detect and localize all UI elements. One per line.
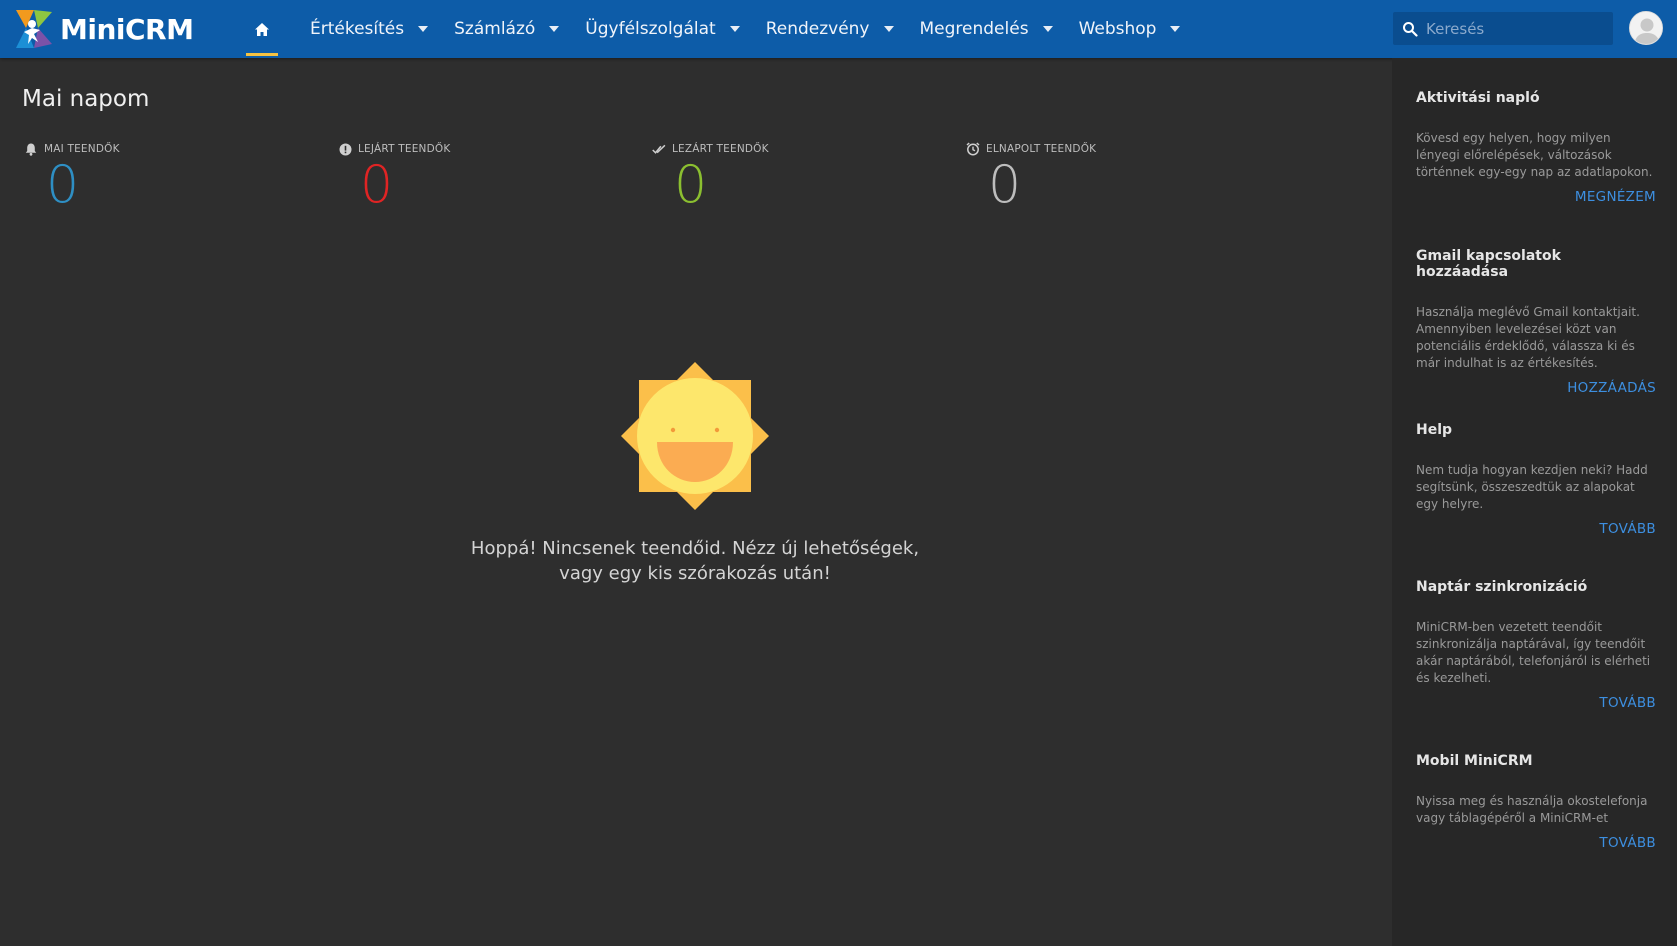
nav-item-rendezveny[interactable]: Rendezvény	[758, 0, 912, 58]
right-sidebar: Aktivitási napló Kövesd egy helyen, hogy…	[1392, 58, 1677, 946]
stat-label: ELNAPOLT TEENDŐK	[986, 143, 1097, 155]
card-text: MiniCRM-ben vezetett teendőit szinkroniz…	[1416, 620, 1651, 685]
card-text: Kövesd egy helyen, hogy milyen lényegi e…	[1416, 131, 1653, 179]
caret-down-icon	[418, 26, 429, 32]
minicrm-logo-icon	[16, 10, 52, 48]
empty-message-line1: Hoppá! Nincsenek teendőid. Nézz új lehet…	[470, 538, 920, 559]
card-link[interactable]: TOVÁBB	[1416, 521, 1656, 537]
card-text: Nyissa meg és használja okostelefonja va…	[1416, 794, 1648, 825]
nav-item-label: Értékesítés	[310, 19, 405, 39]
sidebar-card-mobile-minicrm: Mobil MiniCRM Nyissa meg és használja ok…	[1416, 753, 1656, 851]
user-silhouette-icon	[1630, 12, 1662, 44]
app-logo[interactable]: MiniCRM	[12, 6, 194, 52]
sidebar-card-activity-log: Aktivitási napló Kövesd egy helyen, hogy…	[1416, 90, 1656, 205]
empty-state: Hoppá! Nincsenek teendőid. Nézz új lehet…	[440, 358, 950, 586]
card-title: Mobil MiniCRM	[1416, 753, 1533, 769]
active-tab-indicator	[246, 53, 278, 56]
stat-label-row: LEJÁRT TEENDŐK	[338, 142, 450, 156]
stat-value: 0	[360, 155, 394, 215]
card-title: Aktivitási napló	[1416, 90, 1540, 106]
nav-item-megrendeles[interactable]: Megrendelés	[912, 0, 1071, 58]
search-box	[1393, 12, 1613, 45]
top-navbar: MiniCRM Értékesítés Számlázó Ügyfélszolg…	[0, 0, 1677, 58]
nav-item-label: Megrendelés	[919, 19, 1029, 39]
nav-item-label: Rendezvény	[765, 19, 870, 39]
stat-label-row: ELNAPOLT TEENDŐK	[966, 142, 1096, 156]
search-icon[interactable]	[1393, 12, 1426, 45]
caret-down-icon	[549, 26, 560, 32]
double-check-icon	[652, 142, 666, 156]
alert-icon	[338, 142, 352, 156]
sidebar-card-help: Help Nem tudja hogyan kezdjen neki? Hadd…	[1416, 422, 1656, 537]
alarm-clock-icon	[966, 142, 980, 156]
caret-down-icon	[1042, 26, 1053, 32]
caret-down-icon	[729, 26, 740, 32]
logo-text: MiniCRM	[60, 12, 194, 46]
main-nav: Értékesítés Számlázó Ügyfélszolgálat Ren…	[238, 0, 1198, 58]
nav-item-szamlazo[interactable]: Számlázó	[446, 0, 577, 58]
empty-message-line2: vagy egy kis szórakozás után!	[559, 563, 831, 584]
stat-label: LEJÁRT TEENDŐK	[358, 143, 451, 155]
card-link[interactable]: TOVÁBB	[1416, 835, 1656, 851]
stat-label: LEZÁRT TEENDŐK	[672, 143, 769, 155]
stat-value: 0	[988, 155, 1022, 215]
home-icon	[255, 22, 269, 36]
search-input[interactable]	[1426, 19, 1601, 38]
stat-overdue-tasks[interactable]: LEJÁRT TEENDŐK 0	[338, 142, 450, 212]
card-title: Gmail kapcsolatok hozzáadása	[1416, 248, 1561, 280]
nav-item-ertekesites[interactable]: Értékesítés	[302, 0, 446, 58]
card-title: Help	[1416, 422, 1453, 438]
card-link[interactable]: MEGNÉZEM	[1416, 189, 1656, 205]
empty-state-message: Hoppá! Nincsenek teendőid. Nézz új lehet…	[440, 536, 950, 586]
nav-home[interactable]	[238, 0, 286, 58]
caret-down-icon	[883, 26, 894, 32]
main-content: Mai napom MAI TEENDŐK 0 LEJÁRT TEENDŐK 0…	[0, 58, 1392, 946]
stat-label-row: LEZÁRT TEENDŐK	[652, 142, 769, 156]
stat-today-tasks[interactable]: MAI TEENDŐK 0	[24, 142, 120, 212]
card-text: Nem tudja hogyan kezdjen neki? Hadd segí…	[1416, 463, 1648, 511]
stat-label: MAI TEENDŐK	[44, 143, 120, 155]
stat-postponed-tasks[interactable]: ELNAPOLT TEENDŐK 0	[966, 142, 1096, 212]
nav-item-ugyfelszolgalat[interactable]: Ügyfélszolgálat	[577, 0, 757, 58]
nav-item-label: Számlázó	[454, 19, 536, 39]
smiling-sun-icon	[621, 362, 769, 510]
bell-icon	[24, 142, 38, 156]
stat-label-row: MAI TEENDŐK	[24, 142, 120, 156]
nav-item-label: Webshop	[1078, 19, 1157, 39]
sidebar-card-gmail-contacts: Gmail kapcsolatok hozzáadása Használja m…	[1416, 248, 1656, 396]
user-avatar[interactable]	[1629, 11, 1663, 45]
page-title: Mai napom	[22, 86, 150, 112]
stat-closed-tasks[interactable]: LEZÁRT TEENDŐK 0	[652, 142, 769, 212]
nav-item-label: Ügyfélszolgálat	[585, 19, 716, 39]
stat-value: 0	[674, 155, 708, 215]
card-link[interactable]: HOZZÁADÁS	[1416, 380, 1656, 396]
stat-value: 0	[46, 155, 80, 215]
caret-down-icon	[1170, 26, 1181, 32]
card-text: Használja meglévő Gmail kontaktjait. Ame…	[1416, 305, 1640, 370]
card-link[interactable]: TOVÁBB	[1416, 695, 1656, 711]
nav-item-webshop[interactable]: Webshop	[1071, 0, 1199, 58]
card-title: Naptár szinkronizáció	[1416, 579, 1588, 595]
sidebar-card-calendar-sync: Naptár szinkronizáció MiniCRM-ben vezete…	[1416, 579, 1656, 711]
